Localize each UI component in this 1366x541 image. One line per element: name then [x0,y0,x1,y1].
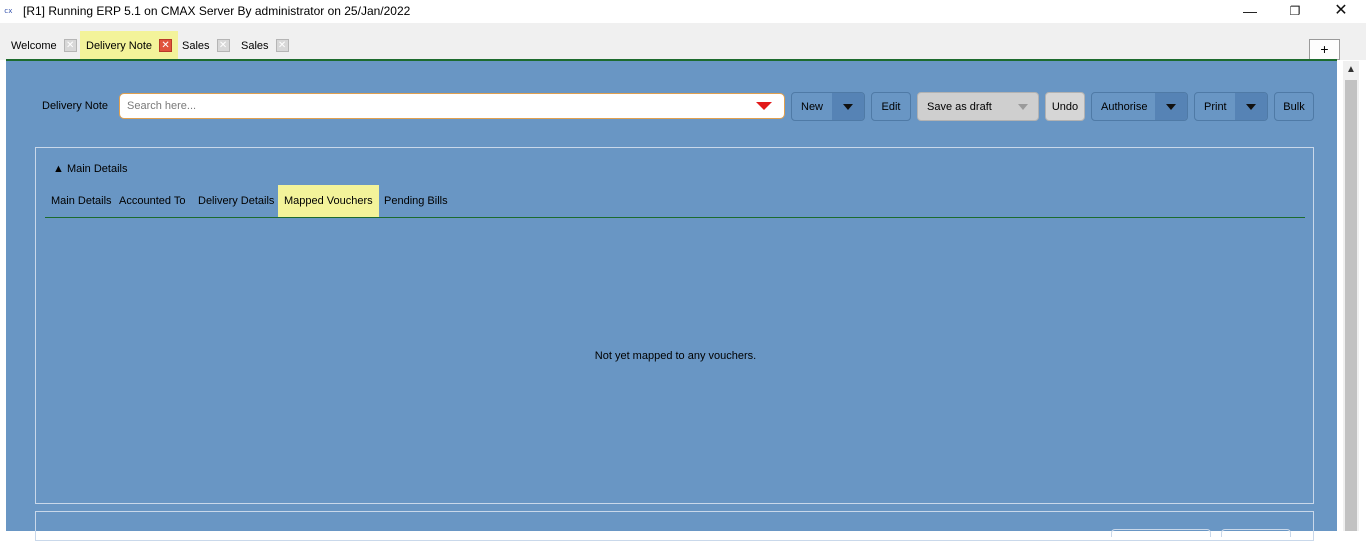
tab-label: Welcome [11,39,57,52]
scroll-thumb[interactable] [1345,80,1357,531]
tab-close-icon[interactable]: ✕ [275,39,289,52]
main-details-panel: ▲ Main Details Main Details Accounted To… [35,147,1314,504]
secondary-panel [35,511,1314,541]
close-icon[interactable]: ✕ [1318,0,1364,23]
tab-label: Mapped Vouchers [284,195,373,207]
chevron-down-icon[interactable] [1018,104,1028,110]
tab-label: Delivery Details [198,195,275,207]
save-draft-button[interactable]: Save as draft [917,92,1039,121]
authorise-button[interactable]: Authorise [1091,92,1188,121]
bulk-button-label: Bulk [1283,100,1305,113]
maximize-icon[interactable]: ❐ [1272,0,1318,23]
tab-label: Accounted To [119,195,186,207]
app-icon: cx [4,7,13,15]
tab-label: Sales [241,39,269,52]
minimize-icon[interactable]: — [1227,0,1273,23]
add-tab-button[interactable]: + [1309,39,1340,60]
tab-close-icon[interactable]: ✕ [159,39,173,52]
form-label: Delivery Note [42,100,109,112]
tab-label: Sales [182,39,210,52]
tab-accounted-to[interactable]: Accounted To [113,185,191,217]
vertical-scrollbar[interactable]: ▲ [1343,61,1359,531]
chevron-down-icon[interactable] [1155,93,1187,120]
panel-button[interactable] [1221,529,1291,537]
tab-label: Pending Bills [384,195,448,207]
tab-close-icon[interactable]: ✕ [216,39,230,52]
bulk-button[interactable]: Bulk [1274,92,1314,121]
chevron-down-icon[interactable] [1235,93,1267,120]
tab-mapped-vouchers[interactable]: Mapped Vouchers [278,185,379,217]
window-title: [R1] Running ERP 5.1 on CMAX Server By a… [23,4,411,18]
empty-state-message: Not yet mapped to any vouchers. [594,350,757,362]
save-draft-label: Save as draft [927,100,992,113]
subtab-divider [45,217,1305,218]
authorise-button-label: Authorise [1101,100,1148,113]
tab-delivery-details[interactable]: Delivery Details [192,185,280,217]
edit-button[interactable]: Edit [871,92,911,121]
undo-button[interactable]: Undo [1045,92,1085,121]
new-button[interactable]: New [791,92,865,121]
search-input[interactable]: Search here... [119,93,785,119]
main-details-toggle[interactable]: ▲ Main Details [53,163,127,175]
scroll-up-icon[interactable]: ▲ [1343,63,1359,77]
search-placeholder: Search here... [127,100,197,112]
tab-label: Main Details [51,195,112,207]
tab-welcome[interactable]: Welcome ✕ [5,31,83,60]
new-button-label: New [801,100,824,113]
tab-main-details[interactable]: Main Details [45,185,118,217]
tab-sales[interactable]: Sales ✕ [176,31,236,60]
dropdown-arrow-icon[interactable] [756,102,772,110]
edit-button-label: Edit [881,100,901,113]
chevron-down-icon[interactable] [832,93,864,120]
panel-button[interactable] [1111,529,1211,537]
window-edge [1359,61,1366,531]
tab-pending-bills[interactable]: Pending Bills [378,185,454,217]
tab-sales-2[interactable]: Sales ✕ [235,31,295,60]
print-button[interactable]: Print [1194,92,1268,121]
tab-delivery-note[interactable]: Delivery Note ✕ [80,31,179,60]
tab-strip: Welcome ✕ Delivery Note ✕ Sales ✕ Sales … [0,23,1366,60]
title-bar: cx [R1] Running ERP 5.1 on CMAX Server B… [0,0,1366,23]
tab-label: Delivery Note [86,39,153,52]
undo-button-label: Undo [1051,100,1079,113]
tab-close-icon[interactable]: ✕ [63,39,77,52]
print-button-label: Print [1204,100,1227,113]
